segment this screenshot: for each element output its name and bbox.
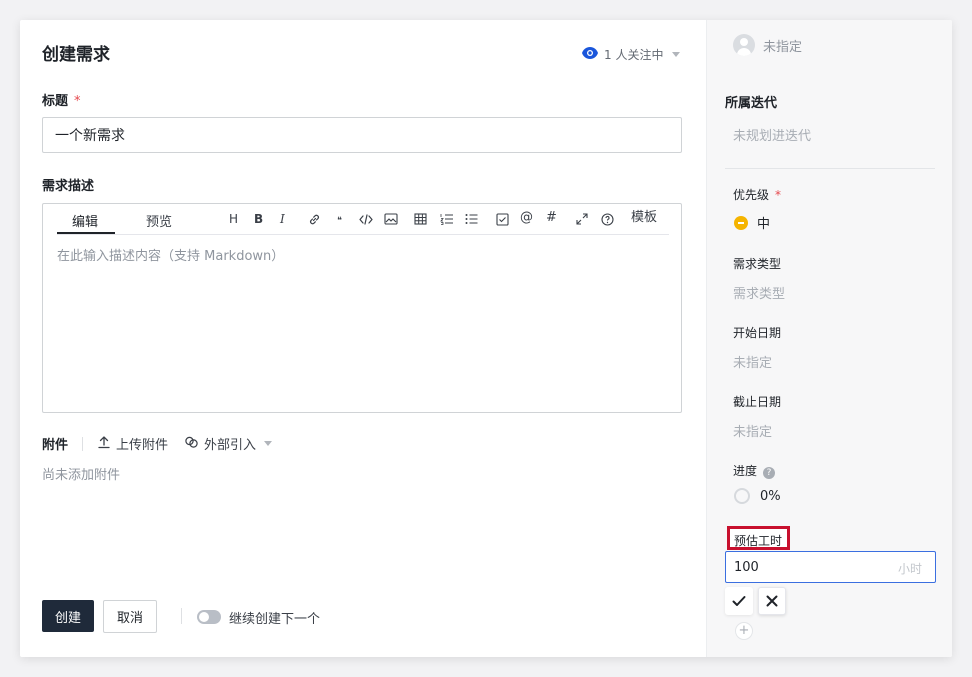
link-chain-icon (184, 435, 199, 453)
heading-button[interactable]: H (229, 212, 238, 226)
priority-selector[interactable]: 中 (734, 213, 770, 232)
assignee-selector[interactable]: 未指定 (733, 34, 802, 56)
progress-selector[interactable]: 0% (734, 488, 781, 504)
due-date-label: 截止日期 (733, 395, 782, 409)
estimate-label: 预估工时 (727, 526, 790, 550)
required-mark: * (775, 188, 782, 202)
iteration-value[interactable]: 未规划进迭代 (733, 125, 811, 144)
italic-button[interactable]: I (280, 212, 285, 226)
bold-button[interactable]: B (254, 212, 263, 226)
create-button[interactable]: 创建 (42, 600, 94, 632)
upload-attachment-button[interactable]: 上传附件 (97, 434, 168, 453)
help-icon[interactable]: ? (763, 467, 776, 479)
priority-value: 中 (757, 217, 771, 232)
chevron-down-icon (672, 52, 681, 57)
divider (181, 608, 182, 624)
priority-medium-icon (734, 215, 748, 230)
iteration-label: 所属迭代 (725, 96, 778, 111)
priority-label: 优先级 * (733, 186, 781, 203)
chevron-down-icon (264, 441, 273, 446)
due-date-value[interactable]: 未指定 (733, 421, 772, 440)
external-import-label: 外部引入 (204, 438, 257, 453)
image-icon[interactable] (384, 213, 398, 225)
title-label: 标题 * (42, 90, 81, 109)
eye-icon (582, 47, 598, 62)
continue-create-label: 继续创建下一个 (229, 612, 321, 627)
dialog-title: 创建需求 (42, 45, 110, 65)
help-icon[interactable] (601, 213, 614, 226)
upload-label: 上传附件 (116, 438, 169, 453)
title-input[interactable] (42, 117, 682, 153)
editor-toolbar: 编辑 预览 H B I ❝ @ # 模板 (57, 204, 669, 235)
progress-value: 0% (760, 488, 781, 504)
start-date-label: 开始日期 (733, 326, 782, 340)
template-button[interactable]: 模板 (631, 211, 657, 225)
continue-create-toggle[interactable] (197, 610, 221, 624)
estimate-unit: 小时 (898, 562, 923, 576)
external-import-button[interactable]: 外部引入 (184, 434, 273, 453)
code-icon[interactable] (359, 213, 373, 226)
description-label: 需求描述 (42, 179, 95, 194)
assignee-value: 未指定 (763, 39, 803, 55)
title-label-text: 标题 (42, 94, 69, 109)
progress-label: 进度? (733, 462, 776, 479)
progress-label-text: 进度 (733, 464, 758, 478)
divider (82, 436, 84, 451)
close-icon (766, 592, 778, 611)
tag-button[interactable]: # (546, 211, 557, 225)
progress-ring-icon (734, 488, 750, 504)
avatar (733, 34, 755, 56)
required-mark: * (74, 94, 81, 109)
add-field-button[interactable]: + (735, 622, 753, 640)
attachments-label: 附件 (42, 438, 69, 453)
tab-edit[interactable]: 编辑 (72, 211, 98, 230)
description-editor: 编辑 预览 H B I ❝ @ # 模板 在此输入描述内容（支持 Markdow… (42, 203, 682, 413)
priority-label-text: 优先级 (733, 188, 770, 202)
mention-button[interactable]: @ (520, 211, 533, 225)
check-icon (732, 592, 746, 611)
table-icon[interactable] (414, 213, 427, 225)
cancel-edit-button[interactable] (758, 587, 786, 615)
watch-toggle[interactable]: 1 人关注中 (582, 46, 681, 63)
quote-icon[interactable]: ❝ (337, 214, 342, 228)
create-requirement-dialog: 创建需求 1 人关注中 标题 * 需求描述 编辑 预览 H (20, 20, 952, 657)
attachments-row: 附件 上传附件 外部引入 (42, 434, 273, 453)
tab-preview[interactable]: 预览 (146, 211, 172, 230)
active-tab-indicator (57, 232, 115, 234)
expand-icon[interactable] (576, 213, 588, 225)
divider (725, 168, 935, 169)
link-icon[interactable] (308, 213, 321, 226)
ordered-list-icon[interactable] (440, 213, 453, 225)
main-form: 创建需求 1 人关注中 标题 * 需求描述 编辑 预览 H (20, 20, 706, 657)
type-label: 需求类型 (733, 257, 782, 271)
properties-sidebar: 未指定 所属迭代 未规划进迭代 优先级 * 中 需求类型 需求类型 开始日期 未指… (706, 20, 952, 657)
no-attachments-text: 尚未添加附件 (42, 468, 121, 483)
cancel-button[interactable]: 取消 (103, 600, 157, 633)
bullet-list-icon[interactable] (465, 213, 478, 225)
start-date-value[interactable]: 未指定 (733, 352, 772, 371)
editor-placeholder[interactable]: 在此输入描述内容（支持 Markdown） (57, 245, 284, 264)
type-value[interactable]: 需求类型 (733, 283, 785, 302)
checkbox-list-icon[interactable] (496, 213, 509, 226)
confirm-button[interactable] (725, 587, 753, 615)
upload-icon (97, 435, 111, 453)
watchers-count: 1 人关注中 (604, 48, 664, 62)
